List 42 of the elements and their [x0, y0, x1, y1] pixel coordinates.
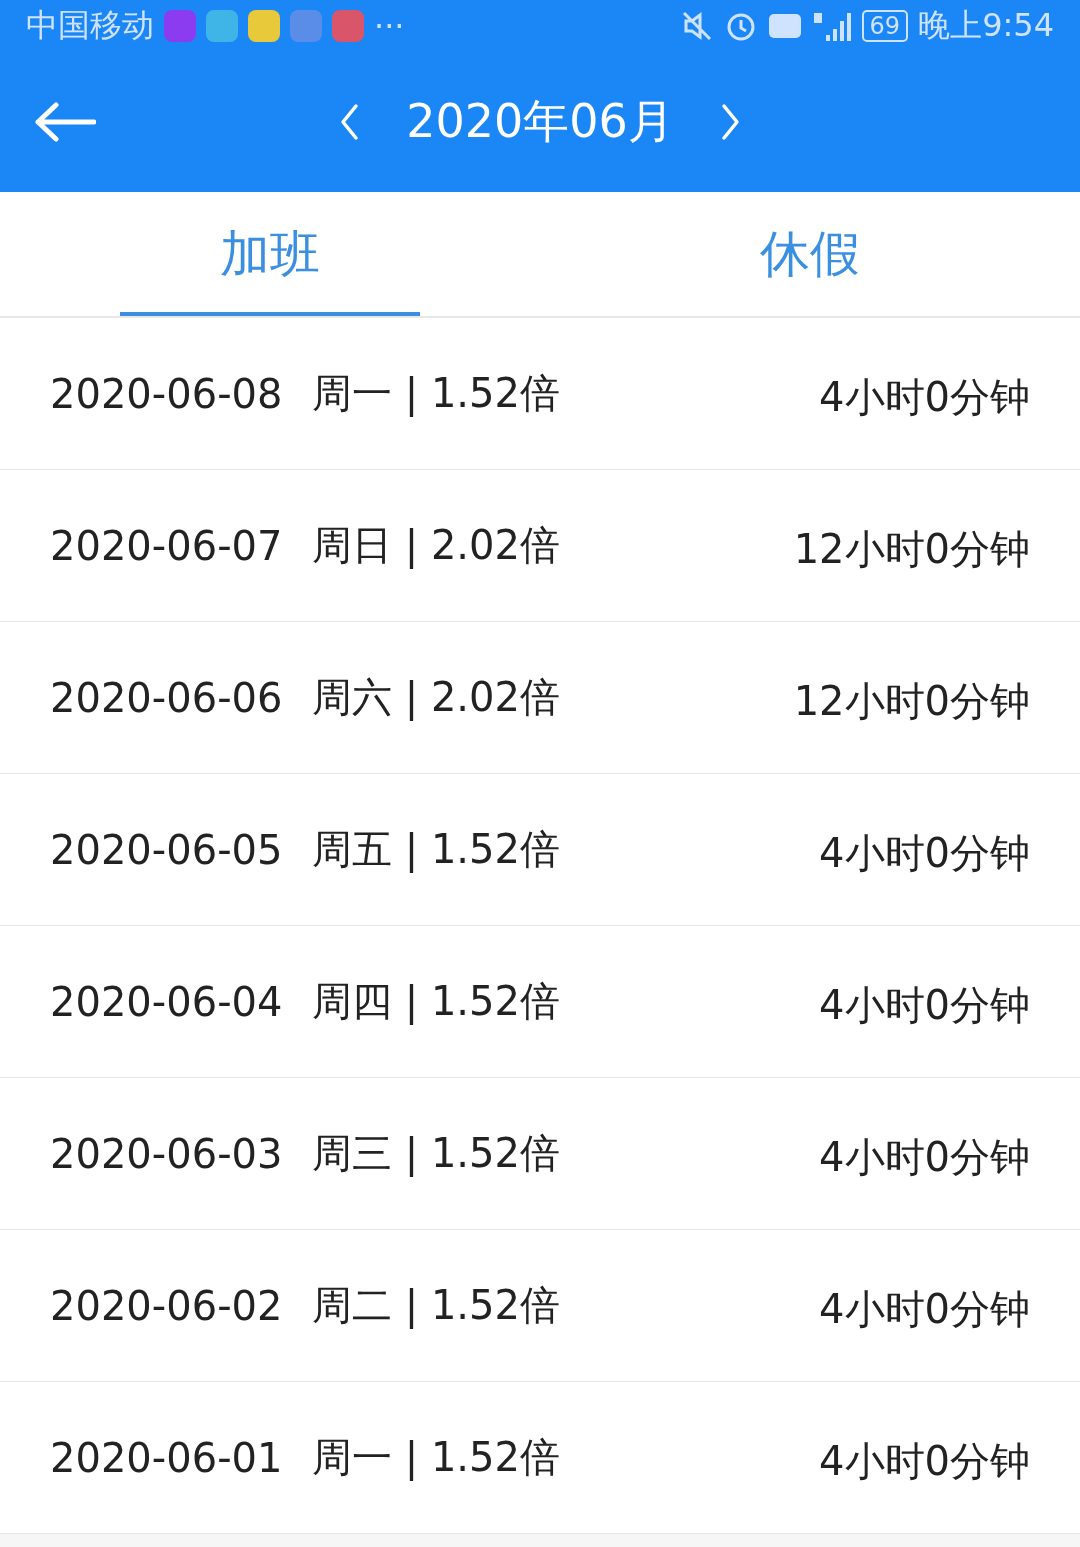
- record-rate: 周一 | 1.52倍: [312, 1433, 560, 1483]
- record-date: 2020-06-03: [50, 1130, 284, 1177]
- record-duration: 4小时0分钟: [819, 981, 1030, 1030]
- record-row[interactable]: 2020-06-03 周三 | 1.52倍 4小时0分钟: [0, 1078, 1080, 1230]
- clock-time: 晚上9:54: [918, 5, 1054, 46]
- record-duration: 4小时0分钟: [819, 1133, 1030, 1182]
- record-row[interactable]: 2020-06-04 周四 | 1.52倍 4小时0分钟: [0, 926, 1080, 1078]
- record-duration: 4小时0分钟: [819, 1285, 1030, 1334]
- record-date: 2020-06-04: [50, 978, 284, 1025]
- app-icon: [332, 10, 364, 42]
- record-duration: 4小时0分钟: [819, 373, 1030, 422]
- app-icon: [164, 10, 196, 42]
- record-duration: 12小时0分钟: [793, 525, 1030, 574]
- record-row[interactable]: 2020-06-02 周二 | 1.52倍 4小时0分钟: [0, 1230, 1080, 1382]
- record-date: 2020-06-08: [50, 370, 284, 417]
- carrier-name: 中国移动: [26, 5, 154, 46]
- record-rate: 周三 | 1.52倍: [312, 1129, 560, 1179]
- record-date: 2020-06-05: [50, 826, 284, 873]
- record-date: 2020-06-02: [50, 1282, 284, 1329]
- record-rate: 周日 | 2.02倍: [312, 521, 560, 571]
- app-icon: [206, 10, 238, 42]
- record-date: 2020-06-07: [50, 522, 284, 569]
- record-row[interactable]: 2020-06-07 周日 | 2.02倍 12小时0分钟: [0, 470, 1080, 622]
- record-duration: 12小时0分钟: [793, 677, 1030, 726]
- record-row[interactable]: 2020-06-06 周六 | 2.02倍 12小时0分钟: [0, 622, 1080, 774]
- record-rate: 周一 | 1.52倍: [312, 369, 560, 419]
- record-rate: 周二 | 1.52倍: [312, 1281, 560, 1331]
- app-icon: [290, 10, 322, 42]
- record-row[interactable]: 2020-06-01 周一 | 1.52倍 4小时0分钟: [0, 1382, 1080, 1534]
- record-duration: 4小时0分钟: [819, 829, 1030, 878]
- record-row[interactable]: 2020-06-05 周五 | 1.52倍 4小时0分钟: [0, 774, 1080, 926]
- month-title: 2020年06月: [406, 93, 674, 150]
- app-icon: [248, 10, 280, 42]
- record-date: 2020-06-06: [50, 674, 284, 721]
- record-date: 2020-06-01: [50, 1434, 284, 1481]
- battery-level: 69: [861, 10, 909, 42]
- more-notifications: ···: [374, 7, 405, 45]
- record-duration: 4小时0分钟: [819, 1437, 1030, 1486]
- record-row[interactable]: 2020-06-08 周一 | 1.52倍 4小时0分钟: [0, 318, 1080, 470]
- record-rate: 周五 | 1.52倍: [312, 825, 560, 875]
- record-rate: 周四 | 1.52倍: [312, 977, 560, 1027]
- record-rate: 周六 | 2.02倍: [312, 673, 560, 723]
